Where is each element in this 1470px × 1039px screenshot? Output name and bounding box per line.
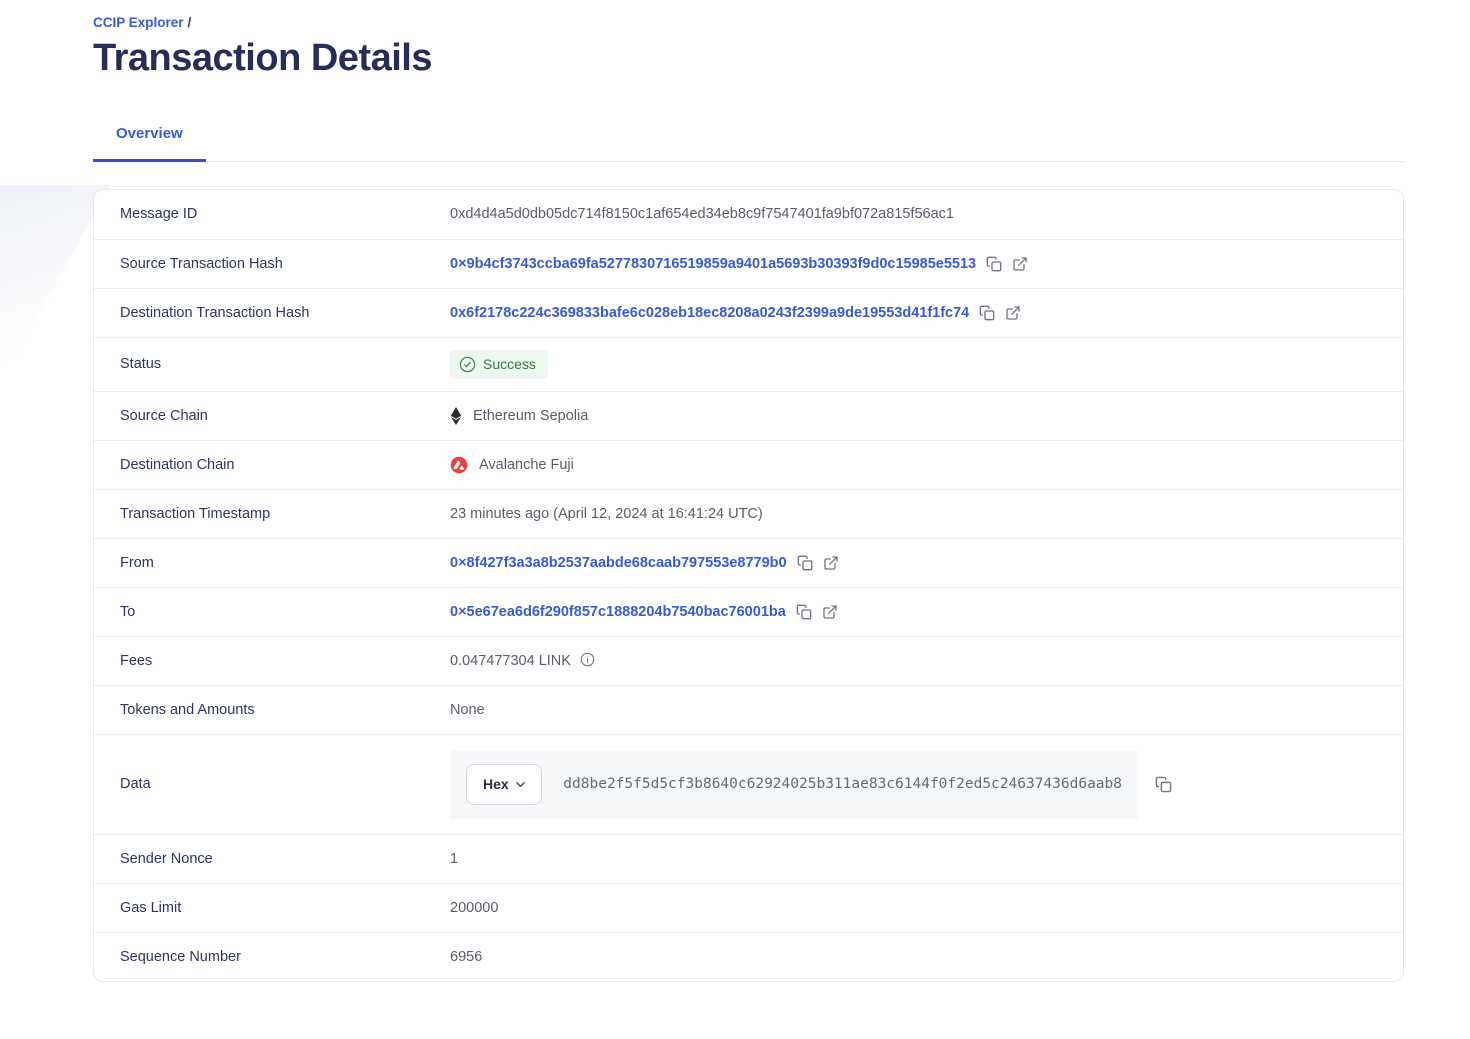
tokens-value: None bbox=[450, 702, 485, 718]
row-label: Source Chain bbox=[94, 408, 450, 424]
dest-chain: Avalanche Fuji bbox=[450, 456, 574, 474]
copy-button[interactable] bbox=[797, 555, 813, 571]
data-encoding-selected: Hex bbox=[483, 776, 509, 792]
table-row-message-id: Message ID 0xd4d4a5d0db05dc714f8150c1af6… bbox=[94, 190, 1403, 239]
avalanche-icon bbox=[450, 456, 468, 474]
status-badge: Success bbox=[450, 350, 548, 379]
external-link-button[interactable] bbox=[823, 555, 839, 571]
external-link-icon bbox=[823, 555, 839, 571]
check-circle-icon bbox=[459, 356, 476, 373]
page-title: Transaction Details bbox=[93, 37, 1404, 81]
source-chain: Ethereum Sepolia bbox=[450, 407, 588, 425]
to-address-link[interactable]: 0×5e67ea6d6f290f857c1888204b7540bac76001… bbox=[450, 604, 786, 620]
row-label: Message ID bbox=[94, 206, 450, 222]
source-chain-name: Ethereum Sepolia bbox=[473, 408, 588, 424]
copy-button[interactable] bbox=[796, 604, 812, 620]
info-icon bbox=[580, 652, 595, 670]
row-label: Sequence Number bbox=[94, 949, 450, 965]
external-link-icon bbox=[1005, 305, 1021, 321]
copy-icon bbox=[796, 604, 812, 620]
copy-icon bbox=[979, 305, 995, 321]
breadcrumb: CCIP Explorer / bbox=[93, 0, 1404, 30]
copy-data-button[interactable] bbox=[1155, 776, 1172, 793]
tab-overview[interactable]: Overview bbox=[93, 125, 206, 162]
table-row-dest-tx-hash: Destination Transaction Hash 0x6f2178c22… bbox=[94, 288, 1403, 337]
table-row-from: From 0×8f427f3a3a8b2537aabde68caab797553… bbox=[94, 538, 1403, 587]
chevron-down-icon bbox=[513, 777, 528, 792]
external-link-icon bbox=[822, 604, 838, 620]
table-row-source-tx-hash: Source Transaction Hash 0×9b4cf3743ccba6… bbox=[94, 239, 1403, 288]
row-label: Data bbox=[94, 776, 450, 792]
row-label: Tokens and Amounts bbox=[94, 702, 450, 718]
breadcrumb-ccip-explorer-link[interactable]: CCIP Explorer bbox=[93, 15, 184, 30]
row-label: Fees bbox=[94, 653, 450, 669]
status-badge-label: Success bbox=[483, 356, 536, 372]
table-row-to: To 0×5e67ea6d6f290f857c1888204b7540bac76… bbox=[94, 587, 1403, 636]
row-label: To bbox=[94, 604, 450, 620]
table-row-fees: Fees 0.047477304 LINK bbox=[94, 636, 1403, 685]
row-label: Destination Chain bbox=[94, 457, 450, 473]
row-label: From bbox=[94, 555, 450, 571]
fees-info-button[interactable] bbox=[580, 652, 595, 670]
from-address-link[interactable]: 0×8f427f3a3a8b2537aabde68caab797553e8779… bbox=[450, 555, 787, 571]
row-label: Sender Nonce bbox=[94, 851, 450, 867]
copy-button[interactable] bbox=[979, 305, 995, 321]
copy-icon bbox=[986, 256, 1002, 272]
sequence-number-value: 6956 bbox=[450, 949, 482, 965]
table-row-sender-nonce: Sender Nonce 1 bbox=[94, 834, 1403, 883]
table-row-dest-chain: Destination Chain Avalanche Fuji bbox=[94, 440, 1403, 489]
external-link-button[interactable] bbox=[1005, 305, 1021, 321]
external-link-button[interactable] bbox=[822, 604, 838, 620]
table-row-timestamp: Transaction Timestamp 23 minutes ago (Ap… bbox=[94, 489, 1403, 538]
table-row-data: Data Hex dd8be2f5f5d5cf3b8640c62924025b3… bbox=[94, 734, 1403, 834]
copy-icon bbox=[1155, 776, 1172, 793]
row-label: Status bbox=[94, 356, 450, 372]
row-label: Transaction Timestamp bbox=[94, 506, 450, 522]
row-label: Gas Limit bbox=[94, 900, 450, 916]
row-label: Source Transaction Hash bbox=[94, 256, 450, 272]
fees-value: 0.047477304 LINK bbox=[450, 653, 571, 669]
source-tx-hash-link[interactable]: 0×9b4cf3743ccba69fa5277830716519859a9401… bbox=[450, 256, 976, 272]
data-hex-panel: Hex dd8be2f5f5d5cf3b8640c62924025b311ae8… bbox=[450, 750, 1138, 819]
external-link-button[interactable] bbox=[1012, 256, 1028, 272]
data-hex-value: dd8be2f5f5d5cf3b8640c62924025b311ae83c61… bbox=[563, 776, 1122, 792]
row-label: Destination Transaction Hash bbox=[94, 305, 450, 321]
copy-icon bbox=[797, 555, 813, 571]
breadcrumb-separator: / bbox=[188, 15, 192, 30]
external-link-icon bbox=[1012, 256, 1028, 272]
table-row-source-chain: Source Chain Ethereum Sepolia bbox=[94, 391, 1403, 440]
table-row-tokens: Tokens and Amounts None bbox=[94, 685, 1403, 734]
timestamp-value: 23 minutes ago (April 12, 2024 at 16:41:… bbox=[450, 506, 763, 522]
dest-chain-name: Avalanche Fuji bbox=[479, 457, 574, 473]
message-id-value: 0xd4d4a5d0db05dc714f8150c1af654ed34eb8c9… bbox=[450, 206, 954, 222]
gas-limit-value: 200000 bbox=[450, 900, 498, 916]
ethereum-icon bbox=[450, 407, 462, 425]
table-row-status: Status Success bbox=[94, 337, 1403, 391]
tab-bar: Overview bbox=[93, 125, 1404, 162]
transaction-detail-table: Message ID 0xd4d4a5d0db05dc714f8150c1af6… bbox=[93, 189, 1404, 982]
sender-nonce-value: 1 bbox=[450, 851, 458, 867]
dest-tx-hash-link[interactable]: 0x6f2178c224c369833bafe6c028eb18ec8208a0… bbox=[450, 305, 969, 321]
copy-button[interactable] bbox=[986, 256, 1002, 272]
table-row-gas-limit: Gas Limit 200000 bbox=[94, 883, 1403, 932]
table-row-sequence-number: Sequence Number 6956 bbox=[94, 932, 1403, 981]
data-encoding-select[interactable]: Hex bbox=[466, 764, 542, 805]
transaction-details-page: CCIP Explorer / Transaction Details Overv… bbox=[93, 0, 1404, 982]
